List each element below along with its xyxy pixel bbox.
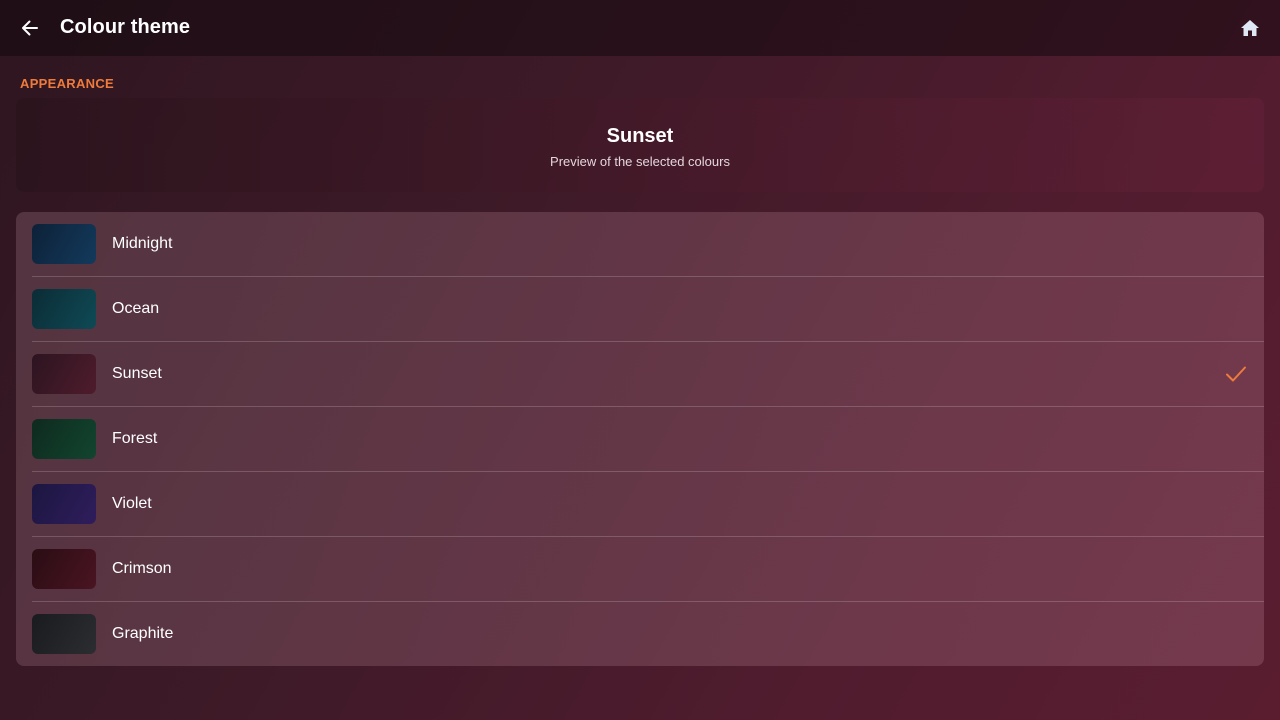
theme-name: Midnight <box>112 235 173 252</box>
theme-row-crimson[interactable]: Crimson <box>16 537 1264 602</box>
home-button[interactable] <box>1234 12 1266 44</box>
theme-row-ocean[interactable]: Ocean <box>16 277 1264 342</box>
theme-name: Forest <box>112 430 158 447</box>
theme-row-sunset[interactable]: Sunset <box>16 342 1264 407</box>
preview-title: Sunset <box>606 125 674 147</box>
page-title: Colour theme <box>60 16 191 38</box>
check-icon <box>1226 366 1246 382</box>
theme-name: Ocean <box>112 300 160 317</box>
theme-name: Violet <box>112 495 152 512</box>
theme-row-midnight[interactable]: Midnight <box>16 212 1264 277</box>
theme-preview-card: Sunset Preview of the selected colours <box>16 98 1264 192</box>
theme-row-forest[interactable]: Forest <box>16 407 1264 472</box>
theme-swatch <box>32 614 96 654</box>
theme-swatch <box>32 419 96 459</box>
theme-row-violet[interactable]: Violet <box>16 472 1264 537</box>
theme-row-graphite[interactable]: Graphite <box>16 602 1264 666</box>
theme-swatch <box>32 549 96 589</box>
theme-swatch <box>32 224 96 264</box>
theme-list: Midnight Ocean Sunset Forest Violet Crim… <box>16 212 1264 666</box>
theme-swatch <box>32 354 96 394</box>
arrow-left-icon <box>22 20 38 36</box>
theme-name: Graphite <box>112 625 174 642</box>
theme-name: Sunset <box>112 365 162 382</box>
theme-name: Crimson <box>112 560 172 577</box>
home-icon <box>1241 20 1259 36</box>
back-button[interactable] <box>14 12 46 44</box>
theme-swatch <box>32 484 96 524</box>
app-bar: Colour theme <box>0 0 1280 56</box>
preview-subtitle: Preview of the selected colours <box>550 154 730 169</box>
section-label-appearance: APPEARANCE <box>20 76 115 91</box>
theme-swatch <box>32 289 96 329</box>
